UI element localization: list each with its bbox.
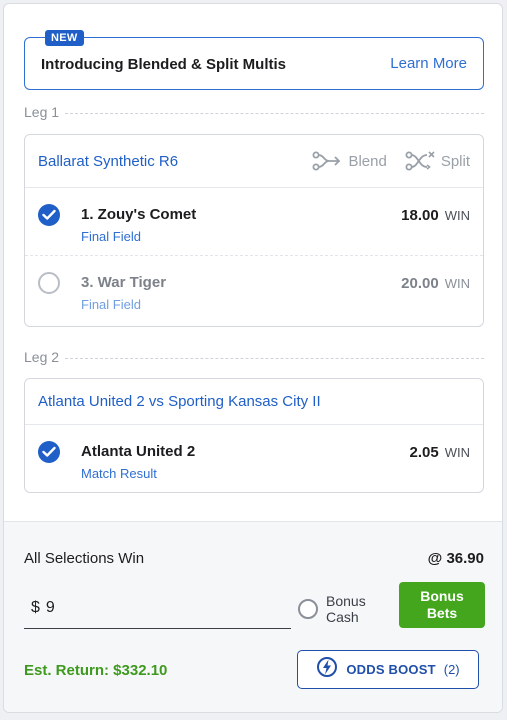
- leg-actions: Blend Split: [312, 150, 470, 172]
- runner-name: 1. Zouy's Comet: [81, 206, 197, 223]
- selection-checkbox[interactable]: [38, 441, 60, 463]
- odds-boost-count: (2): [443, 662, 460, 677]
- leg-label: Leg 1: [24, 104, 60, 120]
- bonus-cash-radio[interactable]: Bonus Cash: [298, 589, 366, 629]
- odds-boost-button[interactable]: ODDS BOOST (2): [297, 650, 479, 689]
- event-header: Ballarat Synthetic R6 Blend Split: [25, 135, 483, 188]
- event-name[interactable]: Atlanta United 2 vs Sporting Kansas City…: [38, 393, 470, 410]
- leg-2-box: Atlanta United 2 vs Sporting Kansas City…: [24, 378, 484, 493]
- bonus-bets-button[interactable]: Bonus Bets: [399, 582, 485, 628]
- stake-value: 9: [45, 598, 55, 616]
- selection-row[interactable]: 1. Zouy's Comet Final Field 18.00 WIN: [25, 188, 483, 256]
- leg-1-box: Ballarat Synthetic R6 Blend Split 1. Zou…: [24, 134, 484, 327]
- runner-name: Atlanta United 2: [81, 443, 196, 460]
- split-label: Split: [440, 152, 470, 170]
- radio-button[interactable]: [298, 599, 318, 619]
- check-icon: [42, 446, 56, 457]
- blend-label: Blend: [348, 152, 387, 170]
- leg-1-heading: Leg 1: [24, 102, 484, 122]
- leg-label: Leg 2: [24, 349, 60, 365]
- promo-banner: NEW Introducing Blended & Split Multis L…: [24, 30, 484, 90]
- odds-boost-icon: [316, 656, 338, 683]
- market-name: Final Field: [81, 297, 141, 312]
- selection-checkbox[interactable]: [38, 272, 60, 294]
- total-odds: @ 36.90: [427, 550, 484, 567]
- divider: [65, 112, 484, 114]
- split-button[interactable]: Split: [405, 150, 470, 172]
- selection-odds: 2.05 WIN: [409, 444, 470, 461]
- market-name: Final Field: [81, 229, 141, 244]
- selection-checkbox[interactable]: [38, 204, 60, 226]
- selection-row[interactable]: 3. War Tiger Final Field 20.00 WIN: [25, 256, 483, 324]
- odds-boost-label: ODDS BOOST: [346, 662, 436, 677]
- all-selections-label: All Selections Win: [24, 550, 145, 567]
- currency-symbol: $: [31, 598, 40, 616]
- runner-name: 3. War Tiger: [81, 274, 167, 291]
- selection-row[interactable]: Atlanta United 2 Match Result 2.05 WIN: [25, 425, 483, 493]
- leg-2-heading: Leg 2: [24, 347, 484, 367]
- market-name: Match Result: [81, 466, 157, 481]
- blend-icon: [312, 150, 342, 172]
- selection-odds: 18.00 WIN: [401, 207, 470, 224]
- bet-slip-card: NEW Introducing Blended & Split Multis L…: [3, 3, 503, 713]
- event-name[interactable]: Ballarat Synthetic R6: [38, 153, 312, 170]
- learn-more-link[interactable]: Learn More: [390, 55, 467, 72]
- stake-input[interactable]: $ 9: [24, 587, 291, 629]
- blend-button[interactable]: Blend: [312, 150, 387, 172]
- promo-text: Introducing Blended & Split Multis: [41, 56, 286, 73]
- new-badge: NEW: [45, 30, 84, 46]
- bet-summary: All Selections Win @ 36.90 $ 9 Bonus Cas…: [4, 521, 502, 712]
- selection-odds: 20.00 WIN: [401, 275, 470, 292]
- estimated-return: Est. Return: $332.10: [24, 662, 168, 679]
- event-header: Atlanta United 2 vs Sporting Kansas City…: [25, 379, 483, 425]
- split-icon: [405, 150, 435, 172]
- bonus-cash-label: Bonus Cash: [326, 593, 366, 625]
- divider: [65, 357, 484, 359]
- check-icon: [42, 209, 56, 220]
